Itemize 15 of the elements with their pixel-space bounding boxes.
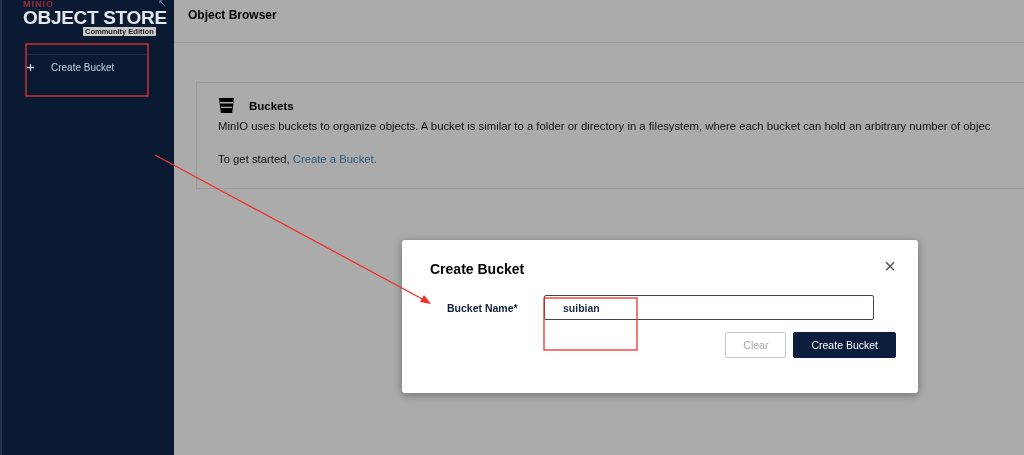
collapse-icon[interactable] (159, 0, 166, 7)
close-button[interactable]: × (884, 258, 896, 274)
bucket-name-field[interactable]: suibian (544, 295, 874, 320)
dialog-title: Create Bucket (430, 261, 525, 277)
plus-icon (26, 63, 35, 72)
card-description: MinIO uses buckets to organize objects. A bucket is similar to a folder or directory in a filesystem, where each bucket can hold an arbitrary number of objec (218, 120, 992, 132)
brand-logo: MINIO (23, 0, 54, 8)
prompt-text: To get started, (218, 153, 290, 165)
page-title: Object Browser (188, 8, 277, 22)
field-label: Bucket Name* (446, 301, 519, 314)
product-name: OBJECT STORE (23, 8, 167, 27)
create-bucket-menu-item[interactable]: Create Bucket (2, 55, 174, 73)
create-bucket-button[interactable]: Create Bucket (793, 332, 896, 358)
bucket-icon (218, 97, 235, 114)
card-title: Buckets (249, 99, 294, 112)
